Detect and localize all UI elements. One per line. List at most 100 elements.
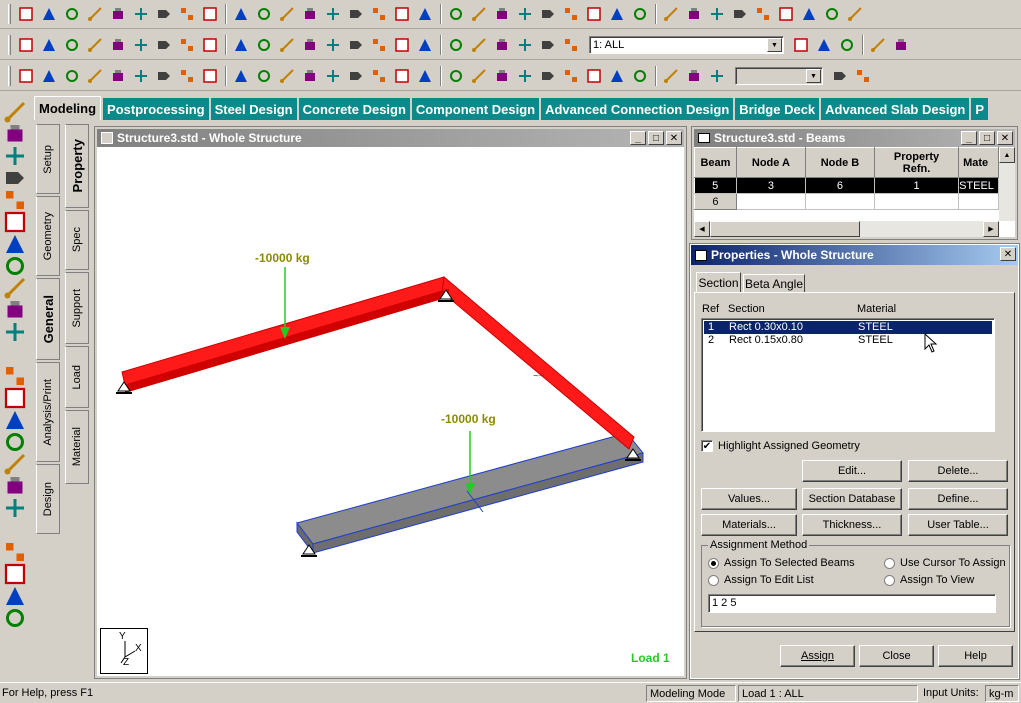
camera-icon[interactable] (491, 4, 513, 25)
cut-icon-2[interactable] (253, 66, 275, 87)
snap-beam-icon[interactable] (38, 66, 60, 87)
rotate-down-icon[interactable] (199, 35, 221, 56)
cursor-sub-icon[interactable] (3, 608, 27, 628)
add-beam-icon[interactable] (84, 66, 106, 87)
mirror-icon[interactable] (3, 300, 27, 320)
display-icon[interactable] (829, 66, 851, 87)
property-list[interactable]: 1 Rect 0.30x0.10 STEEL 2 Rect 0.15x0.80 … (701, 318, 995, 432)
surface-cursor-icon[interactable] (3, 190, 27, 210)
tab-p[interactable]: P (971, 98, 988, 120)
structure-canvas[interactable]: ~~ ~~ ~~ (97, 147, 684, 676)
beam-icon[interactable] (706, 4, 728, 25)
list-item[interactable]: 1 Rect 0.30x0.10 STEEL (704, 321, 992, 334)
tab-advanced-connection-design[interactable]: Advanced Connection Design (541, 98, 734, 120)
section-tab[interactable]: Section (696, 272, 741, 292)
beam-cursor-icon[interactable] (813, 35, 835, 56)
highlight-label[interactable]: Highlight Assigned Geometry (718, 440, 860, 452)
member-query-icon[interactable] (867, 35, 889, 56)
print-preview-icon[interactable] (445, 4, 467, 25)
toolbar-grip[interactable] (8, 4, 11, 24)
beams-window-titlebar[interactable]: Structure3.std - Beams _ □ ✕ (694, 129, 1015, 147)
beam-icon[interactable] (3, 410, 27, 430)
insert-node-icon[interactable] (414, 66, 436, 87)
cell[interactable]: 6 (805, 177, 875, 194)
load-cursor-icon[interactable] (3, 234, 27, 254)
add-surface-icon[interactable] (153, 66, 175, 87)
paste-icon[interactable] (153, 4, 175, 25)
front-view-icon[interactable] (38, 35, 60, 56)
assign-edit-list-radio[interactable] (708, 575, 719, 586)
maximize-button[interactable]: □ (648, 131, 664, 145)
plate-grid-icon[interactable] (176, 66, 198, 87)
spin-left-icon[interactable] (276, 35, 298, 56)
cursor-minus-icon[interactable] (3, 563, 27, 585)
tab-bridge-deck[interactable]: Bridge Deck (735, 98, 820, 120)
undo-icon[interactable] (199, 4, 221, 25)
dimension-icon[interactable] (3, 387, 27, 409)
assign-edit-list-label[interactable]: Assign To Edit List (724, 574, 814, 586)
values-button[interactable]: Values... (701, 488, 797, 510)
vtab-load[interactable]: Load (65, 346, 89, 408)
zoom-window-icon[interactable] (345, 35, 367, 56)
cell[interactable] (805, 193, 875, 210)
edit-list-input[interactable]: 1 2 5 (708, 594, 996, 613)
take-picture-icon[interactable] (514, 4, 536, 25)
column-header[interactable]: Beam (694, 147, 737, 178)
print-icon[interactable] (414, 4, 436, 25)
toolbar-grip[interactable] (8, 66, 11, 86)
help-toggle-icon[interactable] (790, 35, 812, 56)
cell[interactable]: STEEL (958, 177, 999, 194)
properties-titlebar[interactable]: Properties - Whole Structure ✕ (691, 245, 1018, 265)
snap-node-icon[interactable] (15, 66, 37, 87)
add-solid-icon[interactable] (130, 66, 152, 87)
cursor-add-icon[interactable] (3, 586, 27, 606)
translational-repeat-icon[interactable] (276, 66, 298, 87)
tab-component-design[interactable]: Component Design (411, 98, 540, 120)
help-button[interactable]: Help (938, 645, 1013, 667)
view-select-combo[interactable]: 1: ALL ▼ (589, 36, 784, 54)
add-node-icon[interactable] (61, 66, 83, 87)
list-item[interactable]: 2 Rect 0.15x0.80 STEEL (704, 334, 992, 347)
symbols-icon[interactable] (537, 35, 559, 56)
create-grid-icon[interactable] (199, 66, 221, 87)
assign-view-label[interactable]: Assign To View (900, 574, 974, 586)
close-button[interactable]: ✕ (1000, 247, 1016, 261)
rotate-icon[interactable] (322, 66, 344, 87)
structure-window-titlebar[interactable]: Structure3.std - Whole Structure _ □ ✕ (97, 129, 684, 147)
report-setup-icon[interactable] (560, 4, 582, 25)
circular-repeat-icon[interactable] (299, 66, 321, 87)
load-fz-icon[interactable] (491, 66, 513, 87)
magnify-icon[interactable] (514, 35, 536, 56)
right-view-icon[interactable] (107, 35, 129, 56)
help-icon[interactable] (775, 4, 797, 25)
hammer-icon[interactable] (391, 4, 413, 25)
close-button[interactable]: ✕ (997, 131, 1013, 145)
load-c-icon[interactable] (629, 66, 651, 87)
pan-icon[interactable] (322, 35, 344, 56)
top-view-icon[interactable] (130, 35, 152, 56)
load-arrow-1[interactable] (280, 267, 290, 339)
check-icon[interactable] (798, 4, 820, 25)
open-folder-icon[interactable] (61, 4, 83, 25)
support-cursor-icon[interactable] (836, 35, 858, 56)
dimension-icon[interactable] (606, 4, 628, 25)
cell[interactable] (958, 193, 999, 210)
left-view-icon[interactable] (84, 35, 106, 56)
load-a-icon[interactable] (583, 66, 605, 87)
table-row[interactable]: 5 3 6 1 STEEL (694, 177, 999, 194)
rotate-icon[interactable] (3, 277, 27, 299)
cell[interactable]: 6 (694, 193, 737, 210)
vtab-spec[interactable]: Spec (65, 210, 89, 270)
use-cursor-radio[interactable] (884, 558, 895, 569)
vtab-material[interactable]: Material (65, 410, 89, 484)
maximize-button[interactable]: □ (979, 131, 995, 145)
tab-modeling[interactable]: Modeling (34, 96, 102, 120)
load-b-icon[interactable] (606, 66, 628, 87)
color-icon[interactable] (890, 35, 912, 56)
help-context-icon[interactable] (852, 66, 874, 87)
cell[interactable] (874, 193, 960, 210)
wizard-icon[interactable] (299, 4, 321, 25)
chevron-down-icon[interactable]: ▼ (806, 69, 821, 83)
beam-cursor-icon[interactable] (3, 124, 27, 144)
select-cursor-icon[interactable] (560, 35, 582, 56)
